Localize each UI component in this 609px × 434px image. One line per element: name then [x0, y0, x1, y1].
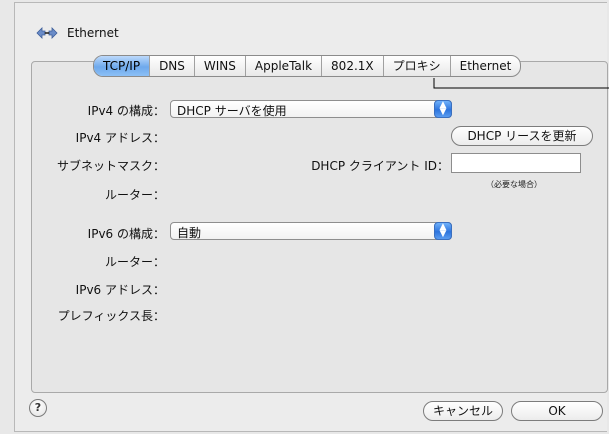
- tab-8021x[interactable]: 802.1X: [322, 56, 384, 76]
- dhcp-renew-button[interactable]: DHCP リースを更新: [451, 126, 593, 146]
- window-title: Ethernet: [67, 26, 119, 40]
- ipv4-config-value: DHCP サーバを使用: [177, 104, 287, 118]
- subnet-mask-label: サブネットマスク：: [56, 159, 165, 173]
- ethernet-icon: [35, 23, 59, 43]
- dhcp-client-id-label: DHCP クライアント ID：: [311, 159, 449, 173]
- tab-dns[interactable]: DNS: [150, 56, 195, 76]
- prefix-length-label: プレフィックス長：: [57, 309, 165, 323]
- ipv4-config-label: IPv4 の構成：: [87, 104, 165, 118]
- popup-arrows-icon: ▲ ▼: [434, 100, 452, 118]
- tab-tcpip[interactable]: TCP/IP: [94, 56, 151, 76]
- dhcp-client-id-field[interactable]: [451, 153, 581, 173]
- ipv6-config-value: 自動: [177, 226, 202, 240]
- tab-wins[interactable]: WINS: [195, 56, 246, 76]
- tab-appletalk[interactable]: AppleTalk: [246, 56, 323, 76]
- ipv6-address-label: IPv6 アドレス：: [75, 283, 165, 297]
- client-id-note: （必要な場合）: [486, 180, 542, 189]
- ipv6-config-select[interactable]: 自動 ▲ ▼: [170, 222, 452, 240]
- help-icon[interactable]: ?: [29, 399, 47, 417]
- ok-button[interactable]: OK: [511, 401, 603, 421]
- popup-arrows-icon: ▲ ▼: [434, 222, 452, 240]
- window-header: Ethernet: [35, 23, 119, 43]
- network-settings-window: Ethernet TCP/IP DNS WINS AppleTalk 802.1…: [14, 2, 608, 432]
- ipv4-address-label: IPv4 アドレス：: [75, 131, 165, 145]
- tab-ethernet[interactable]: Ethernet: [451, 56, 521, 76]
- ipv4-config-select[interactable]: DHCP サーバを使用 ▲ ▼: [170, 100, 452, 118]
- ipv4-router-label: ルーター：: [104, 188, 165, 202]
- tab-bar: TCP/IP DNS WINS AppleTalk 802.1X プロキシ Et…: [93, 55, 522, 77]
- ipv6-router-label: ルーター：: [104, 255, 165, 269]
- cancel-button[interactable]: キャンセル: [423, 401, 503, 421]
- tab-proxy[interactable]: プロキシ: [384, 56, 451, 76]
- ipv6-config-label: IPv6 の構成：: [87, 227, 165, 241]
